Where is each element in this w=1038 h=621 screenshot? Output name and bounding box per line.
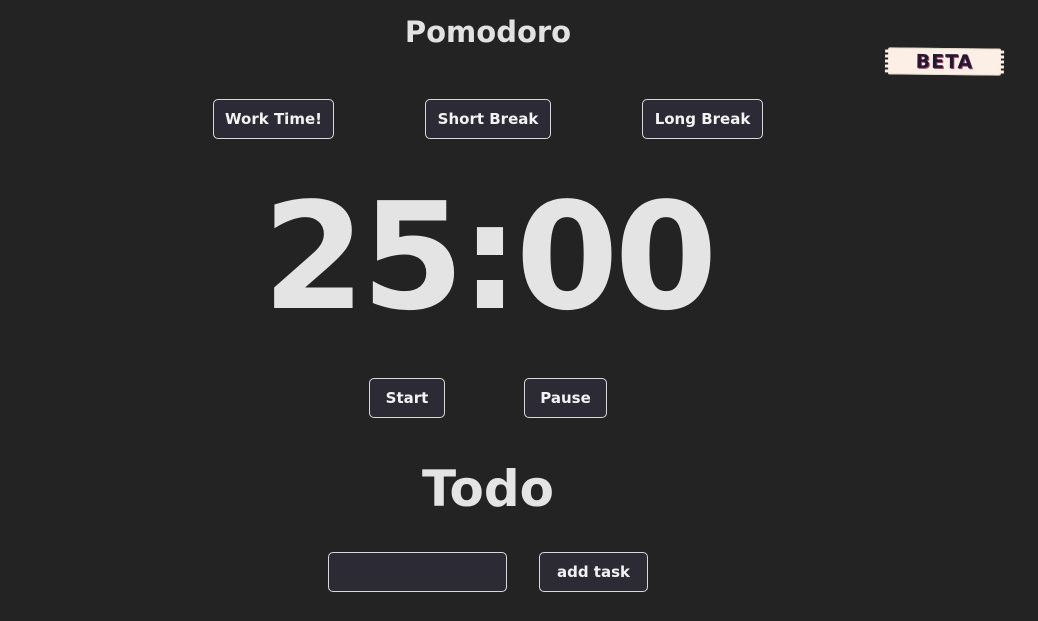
start-button[interactable]: Start [369, 378, 445, 418]
todo-title: Todo [422, 460, 554, 518]
pause-button[interactable]: Pause [524, 378, 607, 418]
add-task-button[interactable]: add task [539, 552, 648, 592]
timer-display: 25:00 [262, 171, 717, 343]
task-input[interactable] [328, 552, 507, 592]
pomodoro-page: Pomodoro BETA Work Time! Short Break Lon… [0, 0, 1038, 621]
short-break-button[interactable]: Short Break [425, 99, 551, 139]
long-break-button[interactable]: Long Break [642, 99, 763, 139]
app-title: Pomodoro [404, 15, 572, 49]
beta-badge: BETA [887, 47, 1002, 76]
beta-badge-label: BETA [915, 50, 974, 73]
work-time-button[interactable]: Work Time! [213, 99, 334, 139]
